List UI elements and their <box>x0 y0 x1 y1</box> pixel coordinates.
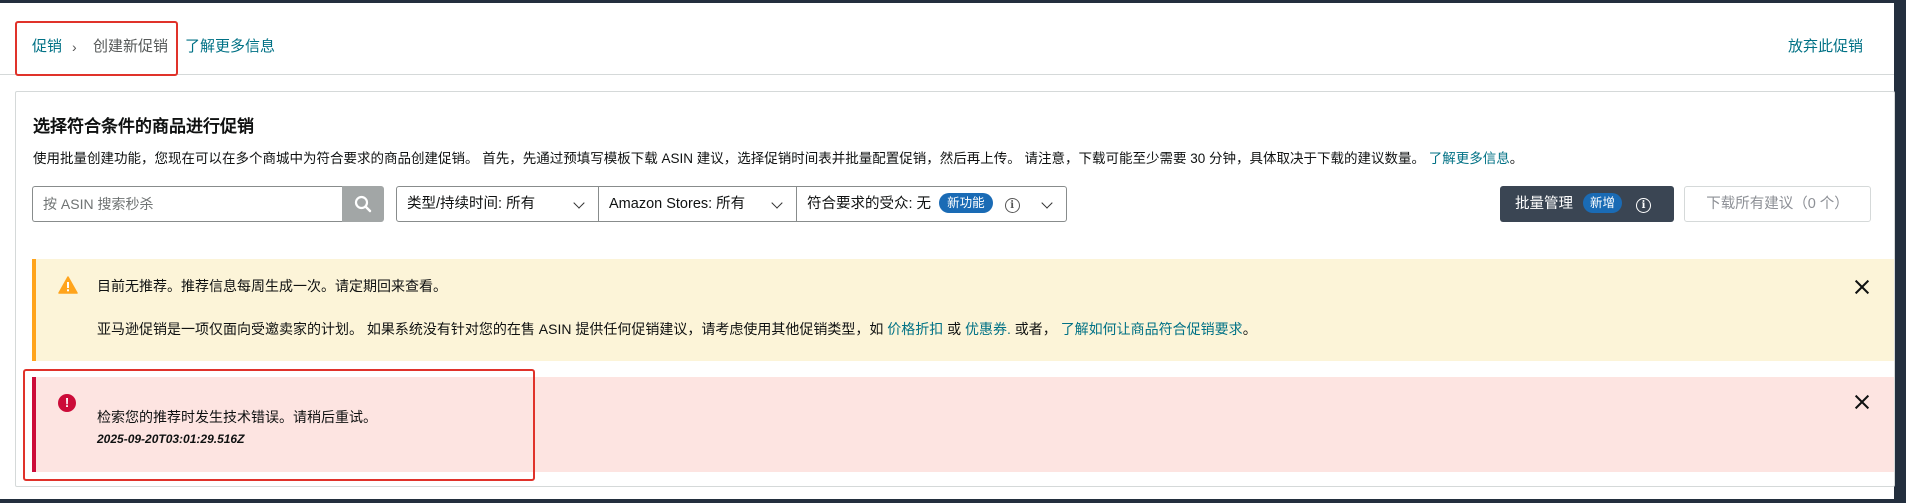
page-title: 选择符合条件的商品进行促销 <box>33 117 254 136</box>
description-end: 。 <box>1509 151 1524 166</box>
warning-message: 目前无推荐。推荐信息每周生成一次。请定期回来查看。 <box>97 278 447 294</box>
breadcrumb-promotions-link[interactable]: 促销 <box>32 38 62 56</box>
breadcrumb-current: 创建新促销 <box>93 38 169 55</box>
download-all-button[interactable]: 下载所有建议（0 个） <box>1684 186 1871 222</box>
warning-or: 或 <box>947 321 962 337</box>
warning-end: 。 <box>1242 321 1257 337</box>
warning-detail-text: 亚马逊促销是一项仅面向受邀卖家的计划。 如果系统没有针对您的在售 ASIN 提供… <box>97 321 884 337</box>
filter-type-duration[interactable]: 类型/持续时间: 所有 <box>396 186 599 222</box>
description-text: 使用批量创建功能，您现在可以在多个商城中为符合要求的商品创建促销。 首先，先通过… <box>33 151 1426 166</box>
eligibility-learn-link[interactable]: 了解如何让商品符合促销要求 <box>1061 321 1243 337</box>
search-icon <box>354 195 372 213</box>
close-icon[interactable] <box>1854 279 1870 295</box>
warning-detail: 亚马逊促销是一项仅面向受邀卖家的计划。 如果系统没有针对您的在售 ASIN 提供… <box>97 319 1257 339</box>
search-button[interactable] <box>342 186 384 222</box>
chevron-down-icon <box>1041 197 1053 209</box>
right-border <box>1894 0 1906 503</box>
new-badge: 新增 <box>1583 193 1623 213</box>
chevron-down-icon <box>771 197 783 209</box>
filter-amazon-stores[interactable]: Amazon Stores: 所有 <box>598 186 797 222</box>
abandon-promotion-link[interactable]: 放弃此促销 <box>1788 38 1863 56</box>
page-header: 促销 › 创建新促销 了解更多信息 放弃此促销 <box>0 3 1894 76</box>
filter-type-label: 类型/持续时间: 所有 <box>407 196 536 212</box>
coupon-link[interactable]: 优惠券. <box>965 321 1011 337</box>
warning-alert: 目前无推荐。推荐信息每周生成一次。请定期回来查看。 亚马逊促销是一项仅面向受邀卖… <box>32 259 1894 361</box>
price-discount-link[interactable]: 价格折扣 <box>887 321 943 337</box>
filter-audience-label: 符合要求的受众: 无 <box>807 196 932 212</box>
search-input[interactable]: 按 ASIN 搜索秒杀 <box>32 186 342 222</box>
bulk-manage-button[interactable]: 批量管理 新增 i <box>1500 186 1674 222</box>
learn-more-link[interactable]: 了解更多信息 <box>185 38 275 56</box>
close-icon[interactable] <box>1854 394 1870 410</box>
card-description: 使用批量创建功能，您现在可以在多个商城中为符合要求的商品创建促销。 首先，先通过… <box>33 147 1523 167</box>
new-feature-badge: 新功能 <box>939 193 993 213</box>
filter-stores-label: Amazon Stores: 所有 <box>609 196 746 212</box>
filter-audience[interactable]: 符合要求的受众: 无 新功能 i <box>796 186 1067 222</box>
chevron-right-icon: › <box>72 39 77 55</box>
info-icon: i <box>1636 198 1652 213</box>
info-icon[interactable]: i <box>1004 198 1020 213</box>
description-learn-more-link[interactable]: 了解更多信息 <box>1429 151 1510 166</box>
bottom-border <box>0 499 1906 503</box>
bulk-manage-label: 批量管理 <box>1515 196 1573 212</box>
warning-or-else: 或者， <box>1014 321 1057 337</box>
chevron-down-icon <box>573 197 585 209</box>
warning-icon <box>58 276 78 294</box>
error-highlight <box>23 369 535 481</box>
